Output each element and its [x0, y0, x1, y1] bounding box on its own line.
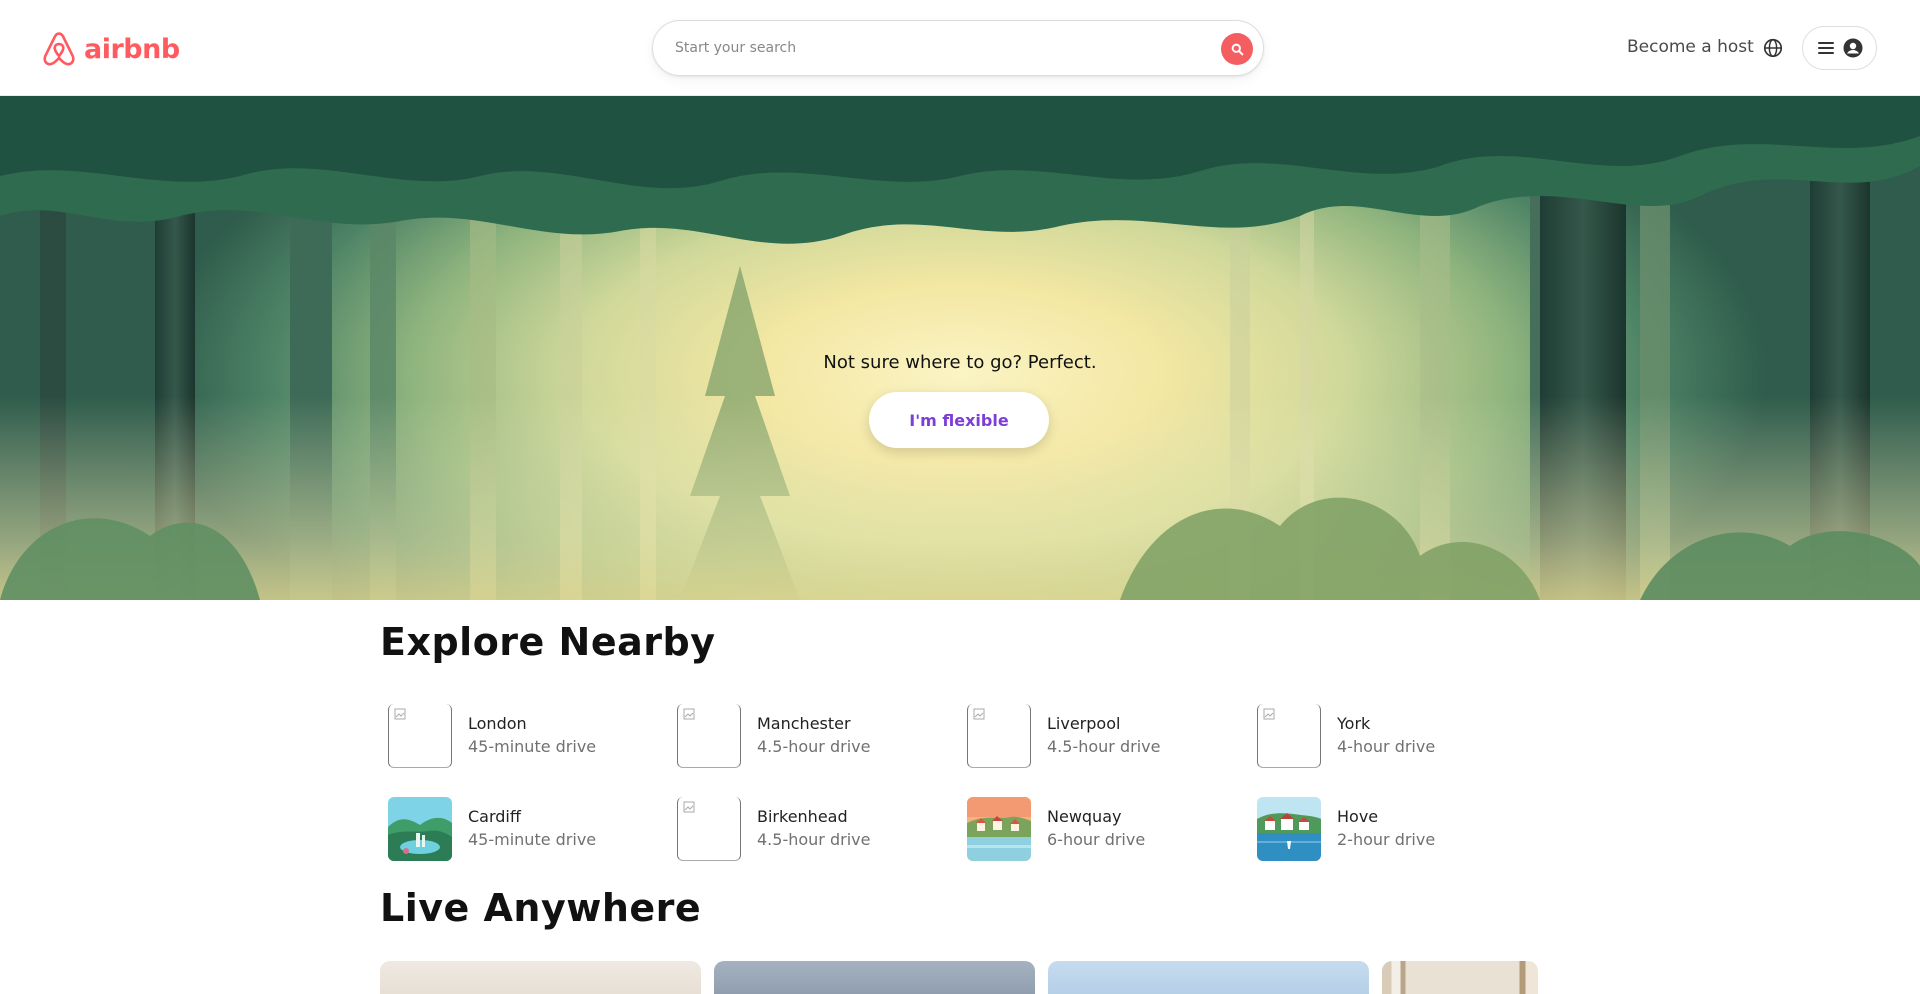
user-avatar-icon [1843, 38, 1863, 58]
nearby-drive-time: 45-minute drive [468, 830, 597, 849]
im-flexible-button[interactable]: I'm flexible [869, 392, 1049, 448]
live-anywhere-card-3[interactable] [1048, 961, 1369, 994]
nearby-drive-time: 4.5-hour drive [1047, 737, 1161, 756]
live-anywhere-heading: Live Anywhere [380, 886, 702, 930]
harbor-illustration-thumbnail [1257, 797, 1321, 861]
nearby-city: Birkenhead [757, 807, 848, 826]
village-sunset-thumbnail [967, 797, 1031, 861]
broken-image-thumbnail [967, 704, 1031, 768]
nearby-item-manchester[interactable]: Manchester 4.5-hour drive [677, 703, 957, 769]
nearby-item-birkenhead[interactable]: Birkenhead 4.5-hour drive [677, 796, 957, 862]
nearby-drive-time: 4.5-hour drive [757, 737, 871, 756]
hero-tagline: Not sure where to go? Perfect. [823, 352, 1097, 373]
nearby-drive-time: 45-minute drive [468, 737, 597, 756]
live-anywhere-card-1[interactable] [380, 961, 701, 994]
nearby-city: Liverpool [1047, 714, 1121, 733]
nearby-item-cardiff[interactable]: Cardiff 45-minute drive [388, 796, 668, 862]
nearby-city: Hove [1337, 807, 1379, 826]
nearby-item-york[interactable]: York 4-hour drive [1257, 703, 1537, 769]
nearby-item-liverpool[interactable]: Liverpool 4.5-hour drive [967, 703, 1247, 769]
nearby-drive-time: 4-hour drive [1337, 737, 1436, 756]
nearby-city: Newquay [1047, 807, 1122, 826]
broken-image-icon [973, 708, 985, 720]
logo-wordmark: airbnb [84, 33, 180, 65]
top-navigation-bar: airbnb Become a host [0, 0, 1920, 96]
nearby-item-newquay[interactable]: Newquay 6-hour drive [967, 796, 1247, 862]
lake-illustration-image [388, 797, 452, 861]
broken-image-thumbnail [677, 704, 741, 768]
nearby-city: Manchester [757, 714, 851, 733]
airbnb-logo-icon [43, 32, 75, 66]
broken-image-thumbnail [388, 704, 452, 768]
broken-image-icon [394, 708, 406, 720]
nearby-drive-time: 2-hour drive [1337, 830, 1436, 849]
search-input[interactable] [675, 40, 1195, 56]
nearby-drive-time: 4.5-hour drive [757, 830, 871, 849]
nearby-drive-time: 6-hour drive [1047, 830, 1146, 849]
broken-image-thumbnail [1257, 704, 1321, 768]
broken-image-icon [1263, 708, 1275, 720]
harbor-illustration-image [1257, 797, 1321, 861]
nearby-item-hove[interactable]: Hove 2-hour drive [1257, 796, 1537, 862]
nearby-item-london[interactable]: London 45-minute drive [388, 703, 668, 769]
live-anywhere-card-2[interactable] [714, 961, 1035, 994]
broken-image-icon [683, 708, 695, 720]
search-icon [1231, 43, 1243, 55]
search-button[interactable] [1221, 33, 1253, 65]
village-sunset-image [967, 797, 1031, 861]
explore-nearby-heading: Explore Nearby [380, 620, 716, 664]
live-anywhere-card-4[interactable] [1382, 961, 1538, 994]
search-bar[interactable] [652, 20, 1264, 76]
hamburger-menu-icon [1818, 42, 1835, 54]
forest-illustration [0, 96, 1920, 600]
become-a-host-link[interactable]: Become a host [1627, 37, 1754, 57]
nearby-city: London [468, 714, 527, 733]
nearby-city: York [1337, 714, 1371, 733]
lake-illustration-thumbnail [388, 797, 452, 861]
airbnb-logo[interactable]: airbnb [40, 28, 180, 70]
globe-icon[interactable] [1762, 37, 1784, 59]
broken-image-thumbnail [677, 797, 741, 861]
user-menu-button[interactable] [1802, 26, 1877, 70]
broken-image-icon [683, 801, 695, 813]
nearby-city: Cardiff [468, 807, 521, 826]
hero-banner: Not sure where to go? Perfect. I'm flexi… [0, 96, 1920, 600]
